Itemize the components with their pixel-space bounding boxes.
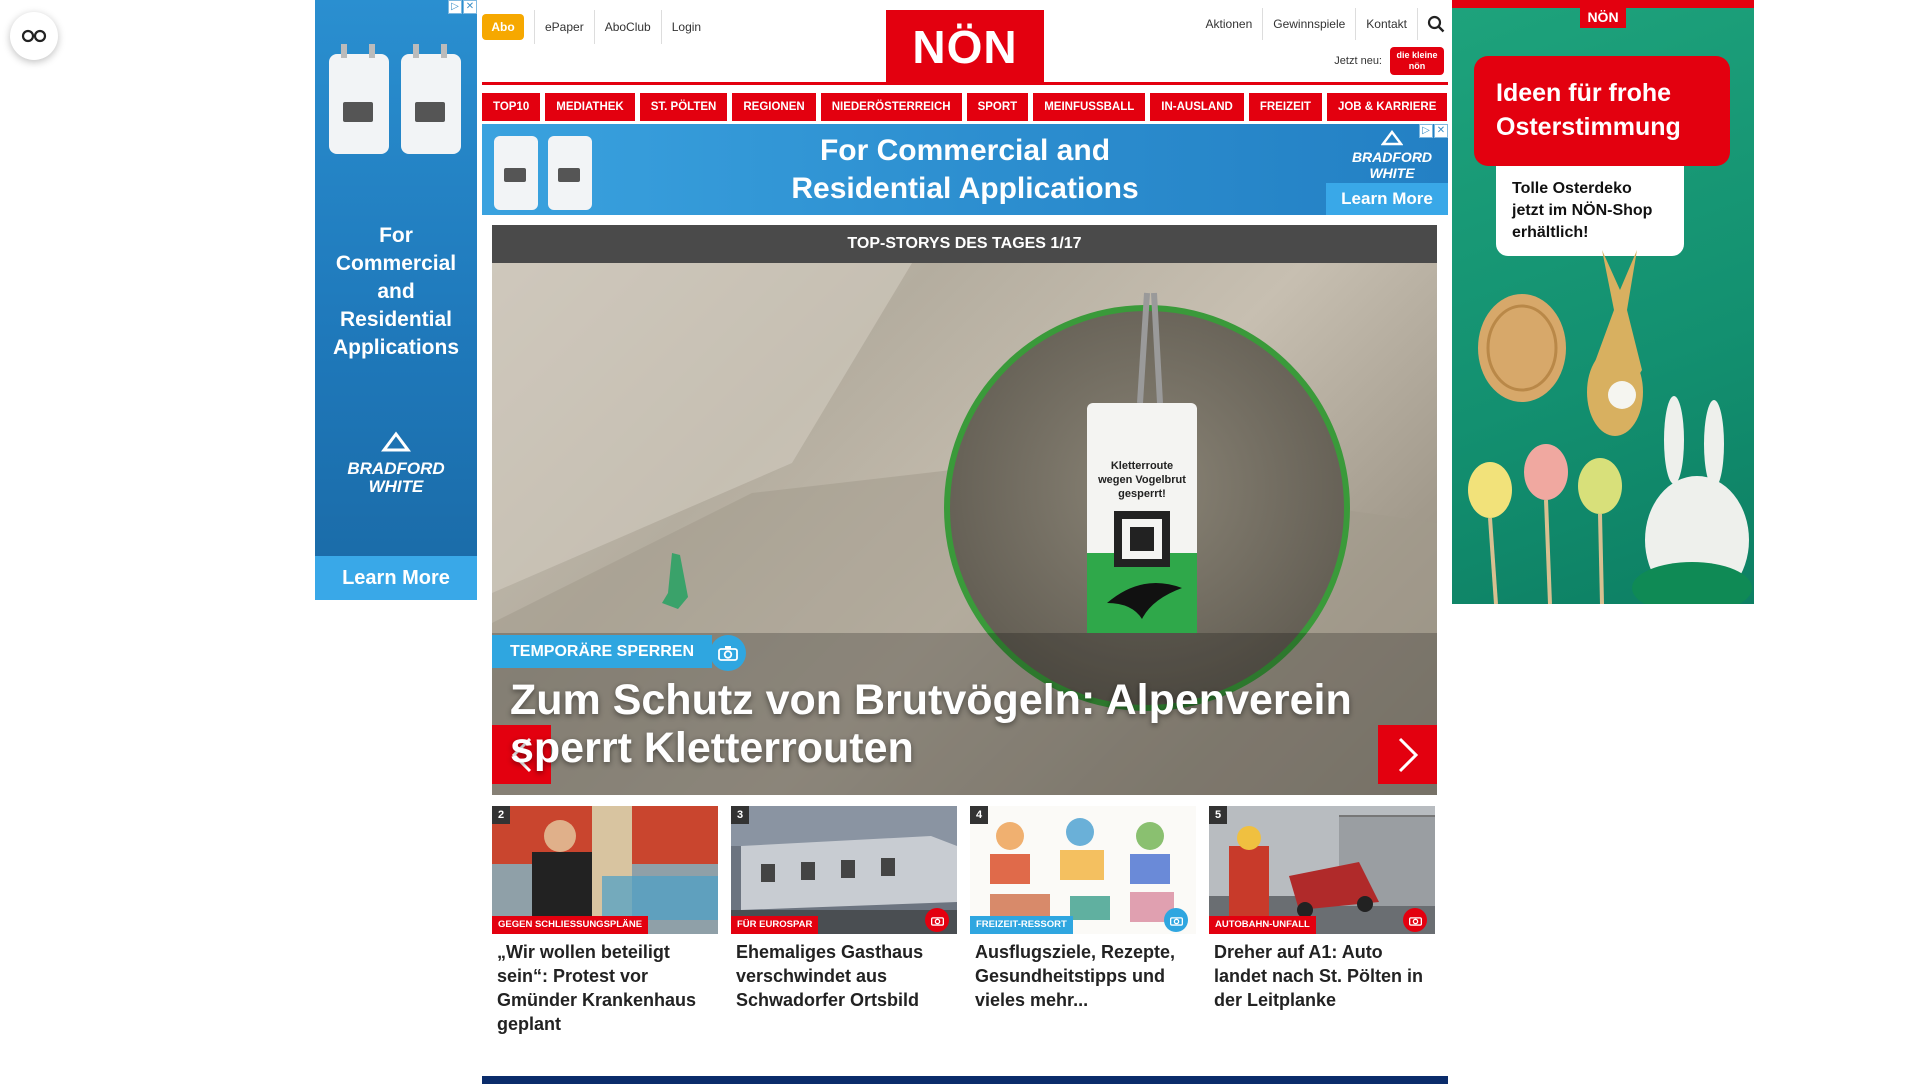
- nav-job-karriere[interactable]: JOB & KARRIERE: [1326, 93, 1448, 121]
- learn-more-button[interactable]: Learn More: [1326, 183, 1448, 215]
- glasses-icon: [21, 29, 47, 43]
- teaser-card[interactable]: 2 GEGEN SCHLIESSUNGSPLÄNE „Wir wollen be…: [492, 806, 718, 1036]
- teaser-category: FÜR EUROSPAR: [731, 916, 819, 934]
- teaser-image: 3 FÜR EUROSPAR: [731, 806, 957, 934]
- teaser-title[interactable]: „Wir wollen beteiligt sein“: Protest vor…: [492, 934, 718, 1036]
- sign-line-2: wegen Vogelbrut: [1097, 474, 1186, 486]
- slider-title: TOP-STORYS DES TAGES 1/17: [492, 225, 1437, 263]
- teaser-card[interactable]: 4 FREIZEIT-RESSORT Ausflugsziele, Rezept…: [970, 806, 1196, 1012]
- gallery-badge: [710, 635, 746, 671]
- teaser-card[interactable]: 5 AUTOBAHN-UNFALL Dreher auf A1: Auto la…: [1209, 806, 1435, 1012]
- kleine-noen-badge[interactable]: die kleine nön: [1390, 47, 1444, 75]
- site-header: Abo ePaper AboClub Login NÖN Aktionen Ge…: [482, 0, 1448, 86]
- kontakt-link[interactable]: Kontakt: [1356, 8, 1418, 40]
- easter-decoration-image: [1468, 250, 1752, 604]
- main-navigation: TOP10 MEDIATHEK ST. PÖLTEN REGIONEN NIED…: [482, 82, 1448, 122]
- teaser-category: GEGEN SCHLIESSUNGSPLÄNE: [492, 916, 649, 934]
- camera-icon: [718, 646, 738, 661]
- teaser-category: FREIZEIT-RESSORT: [970, 916, 1073, 934]
- story-category-tag[interactable]: TEMPORÄRE SPERREN: [492, 635, 713, 668]
- nav-meinfussball[interactable]: MEINFUSSBALL: [1033, 93, 1146, 121]
- footer-bar: [482, 1076, 1448, 1084]
- nav-top10[interactable]: TOP10: [482, 93, 541, 121]
- teaser-image: 2 GEGEN SCHLIESSUNGSPLÄNE: [492, 806, 718, 934]
- teaser-image: 5 AUTOBAHN-UNFALL: [1209, 806, 1435, 934]
- gallery-badge: [1164, 908, 1188, 932]
- brand-mark-icon: [381, 431, 411, 452]
- ad-headline: Ideen für frohe Osterstimmung: [1474, 56, 1730, 166]
- login-link[interactable]: Login: [660, 10, 711, 44]
- nav-niederoesterreich[interactable]: NIEDERÖSTERREICH: [820, 93, 962, 121]
- ad-skyscraper-right[interactable]: NÖN Ideen für frohe Osterstimmung Tolle …: [1452, 0, 1754, 604]
- nav-st-poelten[interactable]: ST. PÖLTEN: [639, 93, 728, 121]
- jetzt-neu-promo: Jetzt neu: die kleine nön: [1334, 47, 1444, 75]
- gallery-badge: [1403, 908, 1427, 932]
- accessibility-button[interactable]: [10, 12, 58, 60]
- ad-copy: For Commercial and Residential Applicati…: [791, 134, 1139, 205]
- nav-in-ausland[interactable]: IN-AUSLAND: [1150, 93, 1244, 121]
- teaser-card[interactable]: 3 FÜR EUROSPAR Ehemaliges Gasthaus versc…: [731, 806, 957, 1012]
- jetzt-neu-label: Jetzt neu:: [1334, 55, 1382, 67]
- sign-line-1: Kletterroute: [1111, 460, 1173, 472]
- camera-icon: [1169, 916, 1183, 926]
- adchoices-icon[interactable]: ▷ ✕: [448, 0, 477, 14]
- top-navigation: Abo ePaper AboClub Login: [482, 10, 711, 44]
- aktionen-link[interactable]: Aktionen: [1196, 8, 1264, 40]
- teaser-category: AUTOBAHN-UNFALL: [1209, 916, 1316, 934]
- service-navigation: Aktionen Gewinnspiele Kontakt: [1196, 8, 1448, 40]
- noen-ad-logo: NÖN: [1580, 6, 1626, 28]
- nav-mediathek[interactable]: MEDIATHEK: [545, 93, 635, 121]
- gewinnspiele-link[interactable]: Gewinnspiele: [1263, 8, 1357, 40]
- learn-more-button[interactable]: Learn More: [315, 556, 477, 600]
- water-heater-image: [329, 44, 461, 154]
- nav-freizeit[interactable]: FREIZEIT: [1248, 93, 1322, 121]
- sign-line-3: gesperrt!: [1118, 488, 1166, 500]
- adchoices-icon[interactable]: ▷ ✕: [1419, 124, 1448, 138]
- teaser-title[interactable]: Ausflugsziele, Rezepte, Gesundheitstipps…: [970, 934, 1196, 1012]
- ad-leaderboard[interactable]: For Commercial and Residential Applicati…: [482, 124, 1448, 215]
- search-icon: [1427, 15, 1445, 33]
- teaser-image: 4 FREIZEIT-RESSORT: [970, 806, 1196, 934]
- water-heater-image: [494, 136, 592, 210]
- teaser-number: 3: [731, 806, 749, 824]
- camera-icon: [930, 916, 944, 926]
- brand-mark-icon: [1380, 130, 1404, 146]
- aboclub-link[interactable]: AboClub: [593, 10, 661, 44]
- gallery-badge: [925, 908, 949, 932]
- noen-logo[interactable]: NÖN: [886, 10, 1044, 84]
- ad-skyscraper-left[interactable]: ▷ ✕ For Commercial and Residential Applic…: [315, 0, 477, 600]
- search-button[interactable]: [1424, 8, 1448, 40]
- ad-copy: For Commercial and Residential Applicati…: [332, 224, 459, 359]
- nav-sport[interactable]: SPORT: [966, 93, 1029, 121]
- teaser-number: 5: [1209, 806, 1227, 824]
- teaser-title[interactable]: Dreher auf A1: Auto landet nach St. Pölt…: [1209, 934, 1435, 1012]
- story-headline[interactable]: Zum Schutz von Brutvögeln: Alpenverein s…: [510, 676, 1430, 772]
- teaser-title[interactable]: Ehemaliges Gasthaus verschwindet aus Sch…: [731, 934, 957, 1012]
- epaper-link[interactable]: ePaper: [534, 10, 594, 44]
- camera-icon: [1408, 916, 1422, 926]
- nav-regionen[interactable]: REGIONEN: [732, 93, 816, 121]
- abo-button[interactable]: Abo: [482, 14, 524, 40]
- bradford-white-logo: BRADFORD WHITE: [315, 430, 477, 496]
- teaser-number: 2: [492, 806, 510, 824]
- teaser-number: 4: [970, 806, 988, 824]
